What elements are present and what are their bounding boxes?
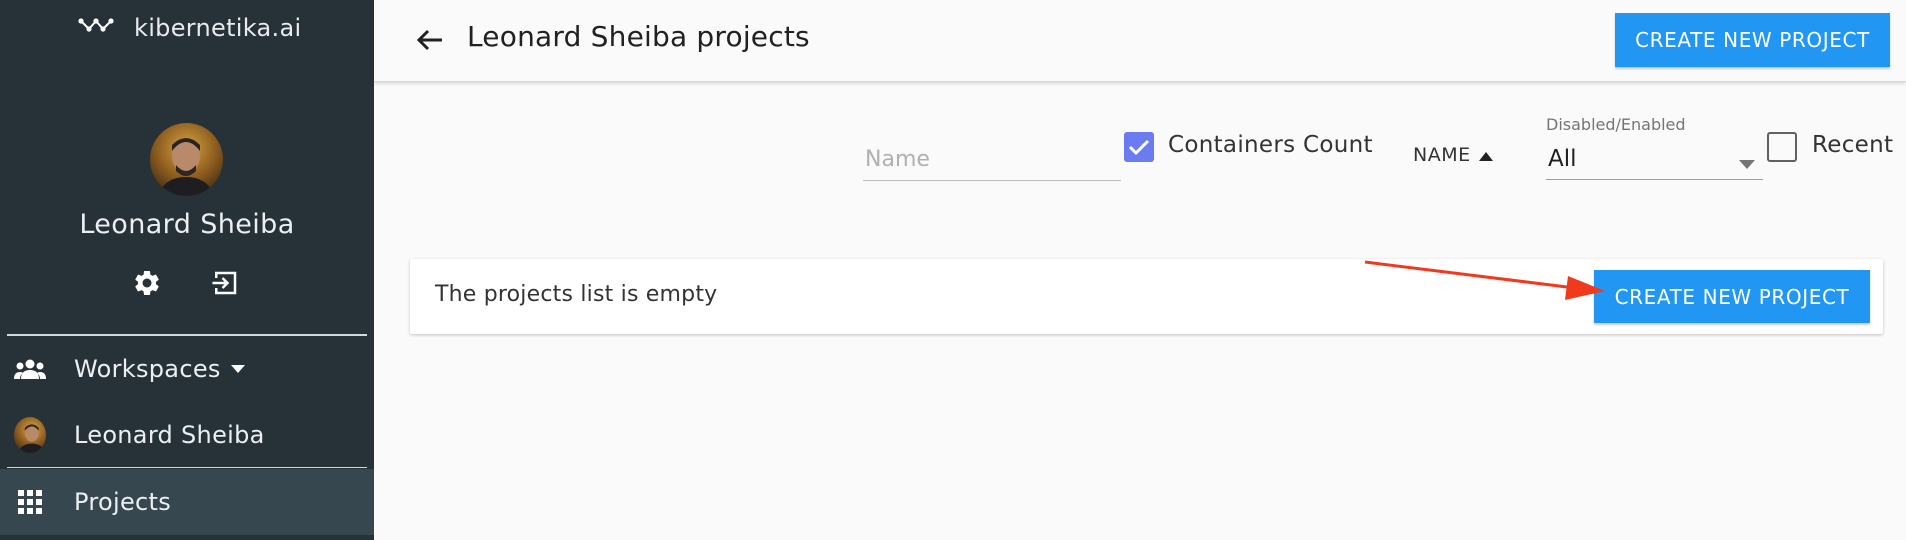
sidebar-item-label: Workspaces [74,355,221,383]
create-new-project-button[interactable]: CREATE NEW PROJECT [1594,270,1870,323]
checkmark-icon [1128,139,1150,156]
dropdown-arrow-icon [1739,154,1755,173]
name-filter-field[interactable] [863,139,1121,181]
sidebar-item-label: Projects [74,488,172,516]
sidebar-divider [7,334,367,336]
sidebar-item-workspaces[interactable]: Workspaces [0,337,374,401]
status-select-caption: Disabled/Enabled [1546,115,1686,134]
sort-label: NAME [1413,144,1471,166]
sidebar-item-label: Leonard Sheiba [74,421,265,449]
sidebar: kibernetika.ai Leonard Sheiba Workspaces… [0,0,374,540]
empty-projects-card: The projects list is empty CREATE NEW PR… [410,259,1883,334]
status-select[interactable]: All [1546,142,1763,180]
containers-count-checkbox[interactable] [1124,132,1154,162]
avatar [14,417,46,453]
settings-gear-icon[interactable] [130,266,164,300]
profile-actions [130,266,242,300]
people-icon [14,353,46,385]
back-arrow-icon[interactable] [412,22,448,58]
apps-grid-icon [14,486,46,518]
brand-logo[interactable]: kibernetika.ai [78,14,301,42]
logout-icon[interactable] [208,266,242,300]
sidebar-item-personal[interactable]: Leonard Sheiba [0,403,374,467]
status-select-value: All [1548,146,1577,172]
kibernetika-logo-icon [78,16,114,40]
create-new-project-button[interactable]: CREATE NEW PROJECT [1615,13,1890,67]
page-header: Leonard Sheiba projects CREATE NEW PROJE… [374,0,1906,82]
sort-ascending-icon [1478,144,1493,166]
name-filter-input[interactable] [863,139,1121,180]
recent-checkbox[interactable] [1767,132,1797,162]
brand-name: kibernetika.ai [134,14,302,42]
sort-by-name-control[interactable]: NAME [1413,144,1493,166]
profile-name: Leonard Sheiba [79,209,295,240]
recent-label[interactable]: Recent [1812,132,1893,158]
caret-down-icon [230,365,245,373]
containers-count-label[interactable]: Containers Count [1168,132,1373,158]
page-title: Leonard Sheiba projects [467,20,810,53]
sidebar-item-projects[interactable]: Projects [0,469,374,535]
profile-avatar[interactable] [150,123,223,196]
empty-state-message: The projects list is empty [435,282,718,307]
sidebar-divider [7,467,367,468]
